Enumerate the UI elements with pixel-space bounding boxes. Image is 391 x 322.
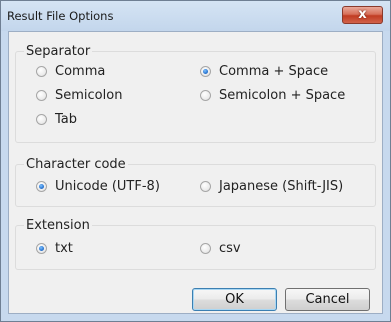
radio-indicator (36, 90, 47, 101)
extension-group: Extension txt csv (15, 218, 376, 270)
result-file-options-dialog: Result File Options x Separator Comma Co… (0, 0, 391, 322)
character-code-group: Character code Unicode (UTF-8) Japanese … (15, 157, 376, 207)
window-title: Result File Options (7, 9, 114, 23)
radio-indicator (36, 114, 47, 125)
radio-indicator (36, 66, 47, 77)
title-bar[interactable]: Result File Options x (1, 1, 390, 31)
close-icon: x (358, 7, 367, 22)
radio-label: Comma + Space (219, 64, 329, 79)
close-button[interactable]: x (342, 6, 383, 24)
radio-label: Tab (55, 112, 78, 127)
radio-label: Comma (55, 64, 106, 79)
radio-indicator-checked (36, 243, 47, 254)
radio-indicator (200, 243, 211, 254)
radio-indicator-checked (200, 66, 211, 77)
radio-indicator-checked (36, 181, 47, 192)
radio-indicator (200, 90, 211, 101)
radio-label: Semicolon + Space (219, 88, 346, 103)
separator-legend: Separator (24, 44, 93, 59)
radio-label: csv (219, 241, 241, 256)
cancel-button[interactable]: Cancel (285, 288, 370, 311)
extension-legend: Extension (24, 218, 92, 233)
radio-label: Unicode (UTF-8) (55, 179, 160, 194)
character-code-legend: Character code (24, 157, 128, 172)
radio-label: Semicolon (55, 88, 123, 103)
separator-group: Separator Comma Comma + Space Semicolon … (15, 44, 376, 143)
radio-label: txt (55, 241, 73, 256)
ok-button[interactable]: OK (192, 288, 277, 311)
dialog-body: Separator Comma Comma + Space Semicolon … (8, 31, 383, 314)
radio-label: Japanese (Shift-JIS) (219, 179, 344, 194)
radio-indicator (200, 181, 211, 192)
